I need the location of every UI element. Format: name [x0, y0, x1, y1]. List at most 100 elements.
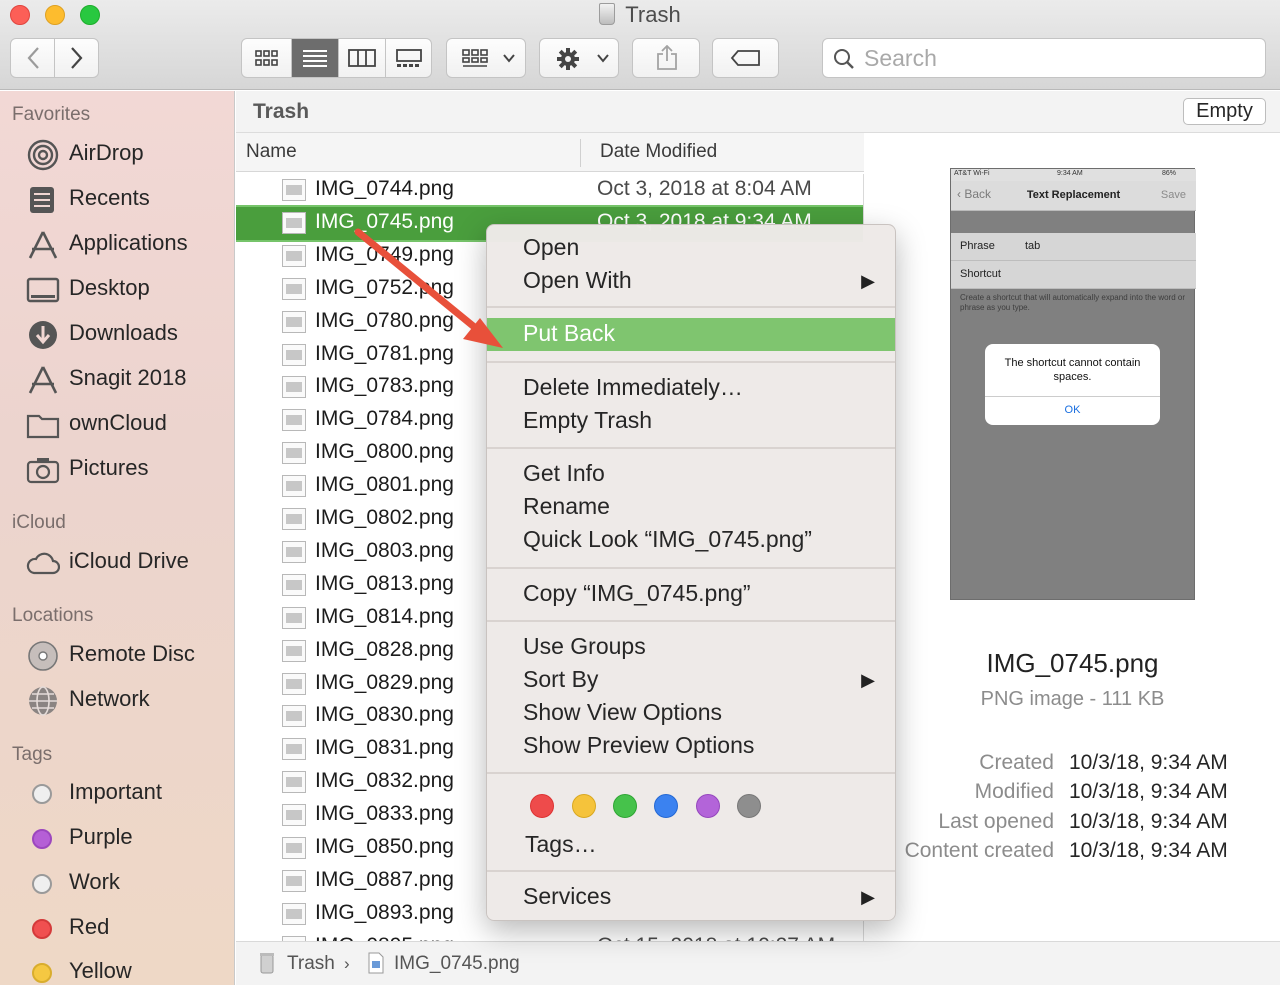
view-mode-segment [241, 38, 432, 78]
sidebar-item-owncloud[interactable]: ownCloud [0, 405, 234, 445]
file-name: IMG_0850.png [315, 835, 454, 858]
sidebar-item-label: Snagit 2018 [69, 365, 187, 390]
name-column-header[interactable]: Name [246, 141, 297, 163]
empty-trash-button[interactable]: Empty [1183, 98, 1266, 125]
finder-window: Trash Search Favorites AirDrop Recents A… [0, 0, 1280, 985]
tag-color-dot [32, 874, 52, 894]
image-file-icon [282, 475, 306, 498]
path-item-file[interactable]: IMG_0745.png [394, 953, 520, 975]
path-separator-icon: › [344, 954, 350, 973]
sidebar-tag-important[interactable]: Important [0, 774, 234, 814]
tag-red-dot[interactable] [530, 794, 554, 818]
menu-item-delete-immediately[interactable]: Delete Immediately… [487, 372, 895, 405]
column-divider[interactable] [580, 139, 581, 167]
meta-key: Content created [904, 839, 1054, 862]
action-button[interactable] [539, 38, 619, 78]
gallery-view-button[interactable] [386, 39, 432, 77]
image-file-icon [282, 343, 306, 366]
menu-item-label: Use Groups [523, 633, 646, 659]
menu-item-sort-by[interactable]: Sort By ▶ [487, 664, 895, 697]
folder-icon [26, 414, 60, 439]
share-button[interactable] [632, 38, 700, 78]
sidebar-item-downloads[interactable]: Downloads [0, 315, 234, 355]
menu-item-open[interactable]: Open [487, 232, 895, 265]
column-view-button[interactable] [339, 39, 386, 77]
menu-item-label: Empty Trash [523, 407, 653, 433]
icon-view-button[interactable] [242, 39, 292, 77]
image-file-icon [282, 869, 306, 892]
disc-icon [28, 641, 58, 671]
cloud-icon [26, 552, 60, 575]
tag-button[interactable] [712, 38, 779, 78]
date-column-header[interactable]: Date Modified [600, 141, 717, 163]
gallery-view-icon [396, 49, 422, 67]
sidebar-item-snagit[interactable]: Snagit 2018 [0, 360, 234, 400]
image-file-icon [282, 902, 306, 925]
file-row[interactable]: IMG_0895.png Oct 15, 2018 at 10:27 AM [236, 931, 863, 941]
menu-item-label: Copy “IMG_0745.png” [523, 580, 751, 606]
icon-view-icon [254, 50, 278, 66]
tag-green-dot[interactable] [613, 794, 637, 818]
sidebar-item-remote-disc[interactable]: Remote Disc [0, 636, 234, 676]
sidebar-item-label: Red [69, 914, 110, 939]
menu-item-show-view-options[interactable]: Show View Options [487, 697, 895, 730]
tag-orange-dot[interactable] [572, 794, 596, 818]
sidebar-tag-yellow[interactable]: Yellow [0, 953, 234, 985]
meta-created: Created 10/3/18, 9:34 AM [865, 751, 1280, 781]
menu-item-empty-trash[interactable]: Empty Trash [487, 405, 895, 438]
tag-gray-dot[interactable] [737, 794, 761, 818]
menu-item-tags[interactable]: Tags… [487, 829, 895, 862]
column-header: Name Date Modified [236, 133, 864, 172]
group-button[interactable] [446, 38, 526, 78]
sidebar-item-label: Network [69, 686, 150, 711]
file-name: IMG_0780.png [315, 308, 454, 332]
menu-item-open-with[interactable]: Open With ▶ [487, 265, 895, 298]
tag-purple-dot[interactable] [696, 794, 720, 818]
sidebar-section-locations: Locations [12, 605, 94, 626]
menu-item-quick-look[interactable]: Quick Look “IMG_0745.png” [487, 524, 895, 557]
sidebar-tag-red[interactable]: Red [0, 909, 234, 949]
tag-blue-dot[interactable] [654, 794, 678, 818]
phone-hint: Create a shortcut that will automaticall… [960, 293, 1186, 312]
sidebar-section-tags: Tags [12, 744, 53, 765]
tag-color-dot [32, 829, 52, 849]
sidebar-item-airdrop[interactable]: AirDrop [0, 135, 234, 175]
list-view-icon [303, 50, 327, 67]
file-name: IMG_0749.png [315, 242, 454, 266]
camera-icon [26, 458, 60, 484]
menu-item-label: Delete Immediately… [523, 374, 743, 400]
menu-item-label: Rename [523, 493, 610, 519]
list-view-button[interactable] [292, 39, 339, 77]
image-file-icon [282, 508, 306, 530]
sidebar-item-network[interactable]: Network [0, 681, 234, 721]
image-file-icon [282, 277, 306, 300]
forward-button[interactable] [55, 39, 99, 77]
column-view-icon [348, 49, 376, 67]
menu-item-show-preview-options[interactable]: Show Preview Options [487, 730, 895, 763]
file-name: IMG_0745.png [315, 209, 454, 233]
sidebar-item-icloud-drive[interactable]: iCloud Drive [0, 543, 234, 583]
search-field[interactable]: Search [822, 38, 1266, 78]
sidebar-item-pictures[interactable]: Pictures [0, 450, 234, 490]
menu-item-services[interactable]: Services ▶ [487, 881, 895, 914]
sidebar-section-icloud: iCloud [12, 512, 66, 533]
file-name: IMG_0831.png [315, 736, 454, 760]
path-item-trash[interactable]: Trash [287, 953, 335, 975]
sidebar-item-desktop[interactable]: Desktop [0, 270, 234, 310]
menu-item-copy[interactable]: Copy “IMG_0745.png” [487, 578, 895, 611]
file-name: IMG_0801.png [315, 473, 454, 497]
sidebar-item-label: Applications [69, 230, 188, 255]
menu-item-put-back[interactable]: Put Back [487, 318, 895, 351]
sidebar-item-applications[interactable]: Applications [0, 225, 234, 265]
back-button[interactable] [11, 39, 55, 77]
file-row[interactable]: IMG_0744.png Oct 3, 2018 at 8:04 AM [236, 174, 863, 207]
sidebar-tag-work[interactable]: Work [0, 864, 234, 904]
image-file-icon [282, 804, 306, 827]
file-name: IMG_0893.png [315, 900, 454, 924]
sidebar-tag-purple[interactable]: Purple [0, 819, 234, 859]
menu-item-rename[interactable]: Rename [487, 491, 895, 524]
menu-item-use-groups[interactable]: Use Groups [487, 631, 895, 664]
menu-item-get-info[interactable]: Get Info [487, 458, 895, 491]
phone-phrase-cell: Phrase tab [951, 233, 1196, 261]
sidebar-item-recents[interactable]: Recents [0, 180, 234, 220]
